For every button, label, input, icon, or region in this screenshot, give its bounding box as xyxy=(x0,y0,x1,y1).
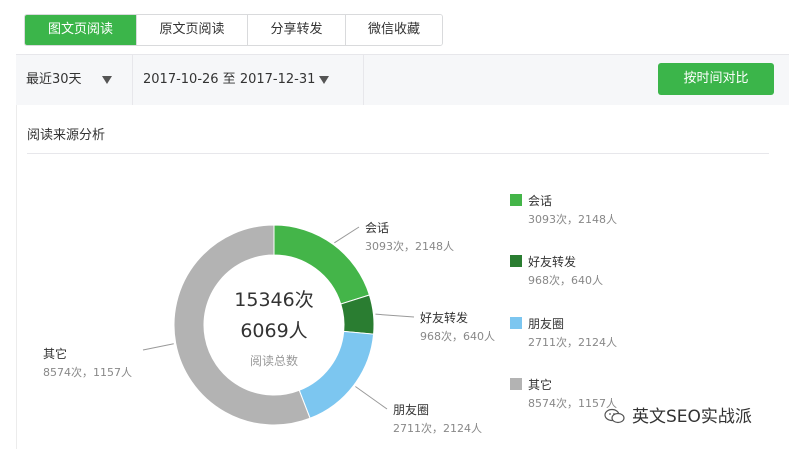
center-total-reads: 15346次 xyxy=(234,289,313,311)
filter-bar: 最近30天 2017-10-26 至 2017-12-31 按时间对比 xyxy=(16,54,789,106)
legend-name: 会话 xyxy=(528,194,553,208)
slice-label-name: 其它 xyxy=(43,346,67,361)
donut-chart: 15346次 6069人 阅读总数 会话 3093次，2148人 好友转发 96… xyxy=(43,221,495,435)
legend-swatch xyxy=(510,378,522,390)
slice-label-stats: 8574次，1157人 xyxy=(43,365,132,379)
leader-line xyxy=(355,386,388,410)
donut-slice[interactable] xyxy=(298,330,375,419)
read-source-panel: 阅读来源分析 15346次 6069人 阅读总数 会话 3093次，2148人 … xyxy=(16,105,789,449)
legend-name: 朋友圈 xyxy=(528,317,565,331)
tab-original-reads[interactable]: 原文页阅读 xyxy=(137,15,248,45)
legend-stats: 968次，640人 xyxy=(528,274,603,287)
tab-bar: 图文页阅读 原文页阅读 分享转发 微信收藏 xyxy=(24,14,443,46)
range-label: 最近30天 xyxy=(26,72,82,87)
date-range-label: 2017-10-26 至 2017-12-31 xyxy=(143,72,316,87)
legend-swatch xyxy=(510,194,522,206)
wechat-icon xyxy=(604,408,625,424)
legend-swatch xyxy=(510,317,522,329)
slice-label-stats: 2711次，2124人 xyxy=(393,421,482,435)
tab-favorites[interactable]: 微信收藏 xyxy=(346,15,442,45)
slice-label-stats: 3093次，2148人 xyxy=(365,239,454,253)
compare-by-time-button[interactable]: 按时间对比 xyxy=(658,63,774,95)
slice-label-name: 朋友圈 xyxy=(393,403,429,417)
legend-stats: 3093次，2148人 xyxy=(528,213,617,226)
leader-line xyxy=(375,313,415,318)
slice-label-name: 好友转发 xyxy=(420,310,468,325)
watermark-text: 英文SEO实战派 xyxy=(632,407,752,427)
center-caption: 阅读总数 xyxy=(250,353,298,368)
dropdown-arrow-icon xyxy=(319,76,329,84)
legend-name: 其它 xyxy=(528,378,553,392)
tab-shares[interactable]: 分享转发 xyxy=(248,15,346,45)
legend-swatch xyxy=(510,255,522,267)
tab-article-reads[interactable]: 图文页阅读 xyxy=(25,15,137,45)
slice-label-stats: 968次，640人 xyxy=(420,329,495,343)
watermark: 英文SEO实战派 xyxy=(604,402,752,427)
center-total-users: 6069人 xyxy=(240,320,307,342)
leader-line xyxy=(334,226,360,244)
legend-stats: 2711次，2124人 xyxy=(528,336,617,349)
range-dropdown[interactable]: 最近30天 xyxy=(16,55,133,105)
legend-name: 好友转发 xyxy=(528,255,577,269)
slice-label-name: 会话 xyxy=(365,221,389,235)
date-range-dropdown[interactable]: 2017-10-26 至 2017-12-31 xyxy=(133,55,364,105)
dropdown-arrow-icon xyxy=(102,76,112,84)
leader-line xyxy=(142,343,174,351)
